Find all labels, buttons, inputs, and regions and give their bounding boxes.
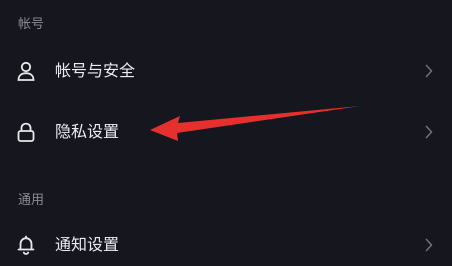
settings-row-privacy[interactable]: 隐私设置 [0,107,452,157]
section-header-account: 帐号 [18,17,45,32]
lock-icon [15,121,37,143]
chevron-right-icon [424,124,434,140]
bell-icon [15,234,37,256]
settings-row-label: 隐私设置 [55,122,120,141]
person-icon [15,60,37,82]
chevron-right-icon [424,63,434,79]
chevron-right-icon [424,237,434,253]
settings-row-account-security[interactable]: 帐号与安全 [0,46,452,96]
settings-row-label: 帐号与安全 [55,61,136,80]
settings-row-notifications[interactable]: 通知设置 [0,220,452,266]
settings-row-label: 通知设置 [55,235,120,254]
section-header-general: 通用 [18,193,45,208]
